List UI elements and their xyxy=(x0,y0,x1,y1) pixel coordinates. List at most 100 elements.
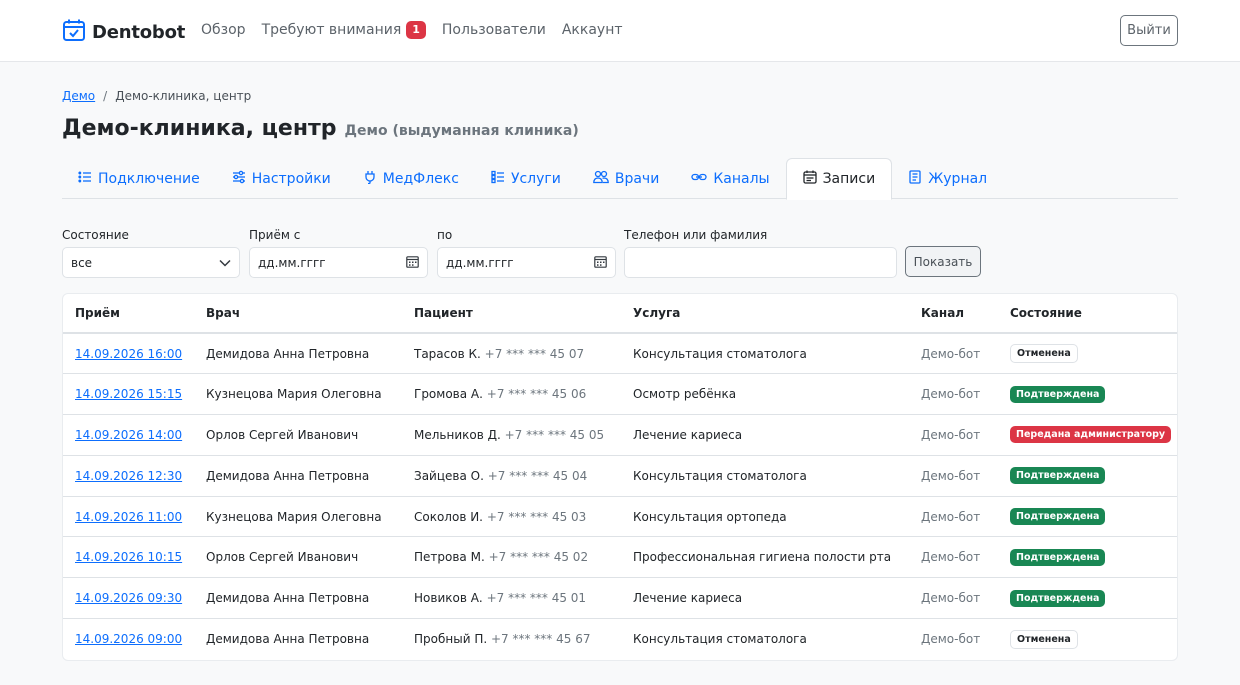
date-from-group: Приём с дд.мм.гггг xyxy=(249,228,428,278)
list-check-icon xyxy=(491,170,505,188)
service-cell: Осмотр ребёнка xyxy=(621,373,909,416)
table-row: 14.09.2026 16:00 Демидова Анна Петровна Та… xyxy=(63,333,1177,375)
appointment-time-link[interactable]: 14.09.2026 16:00 xyxy=(75,347,182,361)
doctor-cell: Демидова Анна Петровна xyxy=(194,333,402,375)
state-filter-label: Состояние xyxy=(62,228,129,242)
patient-phone: +7 *** *** 45 05 xyxy=(504,427,605,442)
date-to-input[interactable]: дд.мм.гггг xyxy=(437,247,616,278)
table-row: 14.09.2026 14:00 Орлов Сергей Иванович Мел… xyxy=(63,414,1177,456)
status-cell: Подтверждена xyxy=(998,577,1177,620)
status-badge: Подтверждена xyxy=(1010,548,1106,566)
status-badge: Отменена xyxy=(1010,629,1078,649)
status-cell: Подтверждена xyxy=(998,536,1177,579)
status-cell: Подтверждена xyxy=(998,496,1177,538)
service-cell: Лечение кариеса xyxy=(621,577,909,620)
status-badge: Передана администратору xyxy=(1010,426,1172,444)
status-badge: Отменена xyxy=(1010,344,1078,364)
patient-phone: +7 *** *** 45 03 xyxy=(486,509,587,524)
channel-cell: Демо-бот xyxy=(909,455,998,497)
tab-channels[interactable]: Каналы xyxy=(675,158,785,199)
appointment-time-link[interactable]: 14.09.2026 12:30 xyxy=(75,469,182,483)
breadcrumb-root-link[interactable]: Демо xyxy=(62,89,95,103)
column-header: Пациент xyxy=(402,294,621,334)
tab-label: Врачи xyxy=(614,170,660,187)
table-row: 14.09.2026 15:15 Кузнецова Мария Олеговна… xyxy=(63,373,1177,416)
tab-connection[interactable]: Подключение xyxy=(62,158,216,199)
patient-name: Новиков А. xyxy=(414,591,483,606)
table-header-row: Приём Врач Пациент Услуга Канал Состояни… xyxy=(63,294,1177,334)
tab-journal[interactable]: Журнал xyxy=(892,158,1003,199)
main-nav: Обзор Требуют внимания 1 Пользователи Ак… xyxy=(201,21,639,39)
patient-phone: +7 *** *** 45 01 xyxy=(486,591,587,606)
appointment-time-link[interactable]: 14.09.2026 09:30 xyxy=(75,591,182,605)
brand[interactable]: Dentobot xyxy=(62,18,185,46)
appointment-time-cell: 14.09.2026 14:00 xyxy=(63,414,194,456)
patient-phone: +7 *** *** 45 67 xyxy=(490,632,591,647)
show-button[interactable]: Показать xyxy=(905,246,981,277)
status-cell: Подтверждена xyxy=(998,373,1177,416)
appointment-time-link[interactable]: 14.09.2026 09:00 xyxy=(75,632,182,646)
logout-button[interactable]: Выйти xyxy=(1120,15,1178,46)
status-badge: Подтверждена xyxy=(1010,589,1106,607)
nav-account[interactable]: Аккаунт xyxy=(562,22,623,38)
doctor-cell: Кузнецова Мария Олеговна xyxy=(194,496,402,538)
patient-cell: Пробный П. +7 *** *** 45 67 xyxy=(402,619,621,660)
attention-count-badge: 1 xyxy=(406,21,426,39)
calendar-picker-icon[interactable] xyxy=(406,255,419,271)
service-cell: Консультация стоматолога xyxy=(633,632,807,647)
top-navbar: Dentobot Обзор Требуют внимания 1 Пользо… xyxy=(0,0,1240,62)
table-row: 14.09.2026 11:00 Кузнецова Мария Олеговна… xyxy=(63,496,1177,538)
journal-icon xyxy=(908,169,922,188)
table-row: 14.09.2026 10:15 Орлов Сергей Иванович Пет… xyxy=(63,536,1177,579)
link-icon xyxy=(691,170,707,188)
status-cell: Отменена xyxy=(998,333,1177,375)
tab-label: МедФлекс xyxy=(382,170,459,187)
patient-name: Петрова М. xyxy=(414,550,485,565)
tab-medflex[interactable]: МедФлекс xyxy=(347,158,475,199)
appointment-time-cell: 14.09.2026 10:15 xyxy=(63,536,194,579)
doctor-cell: Орлов Сергей Иванович xyxy=(194,414,402,456)
nav-attention-label: Требуют внимания xyxy=(261,22,402,38)
nav-attention[interactable]: Требуют внимания 1 xyxy=(262,21,426,39)
date-to-placeholder: дд.мм.гггг xyxy=(446,255,514,270)
search-input[interactable] xyxy=(624,247,897,278)
calendar-picker-icon[interactable] xyxy=(594,255,607,271)
appointment-time-link[interactable]: 14.09.2026 14:00 xyxy=(75,428,182,442)
date-to-label: по xyxy=(437,228,453,242)
date-from-input[interactable]: дд.мм.гггг xyxy=(249,247,428,278)
appointment-time-cell: 14.09.2026 16:00 xyxy=(63,333,194,375)
patient-cell: Соколов И. +7 *** *** 45 03 xyxy=(402,496,621,538)
tab-doctors[interactable]: Врачи xyxy=(577,158,675,199)
tab-appointments[interactable]: Записи xyxy=(785,158,893,200)
service-cell: Консультация стоматолога xyxy=(621,333,909,375)
appointment-time-cell: 14.09.2026 12:30 xyxy=(63,455,194,497)
patient-phone: +7 *** *** 45 04 xyxy=(487,468,588,483)
appointment-time-cell: 14.09.2026 15:15 xyxy=(63,373,194,416)
breadcrumb: Демо / Демо-клиника, центр xyxy=(62,89,251,103)
channel-cell: Демо-бот xyxy=(909,536,998,579)
patient-name: Громова А. xyxy=(414,387,483,402)
status-badge: Подтверждена xyxy=(1010,385,1106,403)
status-cell: Отменена xyxy=(998,619,1177,660)
breadcrumb-current: Демо-клиника, центр xyxy=(115,89,252,103)
tab-settings[interactable]: Настройки xyxy=(216,158,347,199)
filters-form: Состояние все Приём с дд.мм.гггг по дд.м… xyxy=(62,228,1178,280)
status-badge: Подтверждена xyxy=(1010,508,1106,526)
state-select[interactable]: все xyxy=(62,247,240,278)
appointment-time-link[interactable]: 14.09.2026 11:00 xyxy=(75,510,182,524)
column-header: Приём xyxy=(63,294,194,334)
chevron-down-icon xyxy=(219,256,231,270)
breadcrumb-separator: / xyxy=(103,89,108,103)
appointment-time-link[interactable]: 14.09.2026 10:15 xyxy=(75,550,182,564)
appointment-time-link[interactable]: 14.09.2026 15:15 xyxy=(75,387,182,401)
nav-overview[interactable]: Обзор xyxy=(201,22,246,38)
table-row: 14.09.2026 09:00 Демидова Анна Петровна Пр… xyxy=(63,619,1177,660)
tab-label: Услуги xyxy=(510,170,561,187)
doctor-cell: Демидова Анна Петровна xyxy=(194,455,402,497)
tab-services[interactable]: Услуги xyxy=(475,158,577,199)
tab-label: Журнал xyxy=(928,170,988,187)
patient-name: Пробный П. xyxy=(414,632,488,647)
clinic-tabs: Подключение Настройки МедФлекс Услуги Вр… xyxy=(62,158,1178,200)
nav-users[interactable]: Пользователи xyxy=(442,22,546,38)
channel-cell: Демо-бот xyxy=(909,333,998,375)
